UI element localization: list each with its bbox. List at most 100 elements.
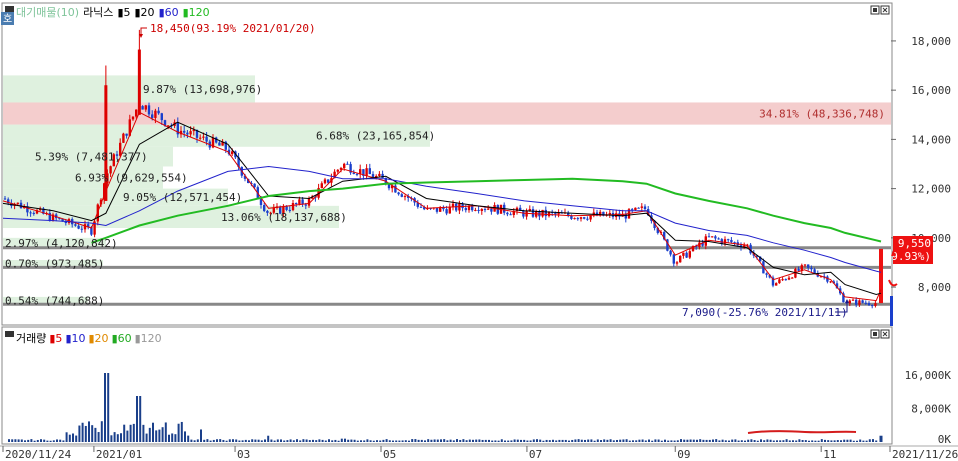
volume-bar — [24, 440, 26, 442]
candle-body — [487, 208, 490, 210]
volume-bar — [657, 439, 660, 442]
x-tick-label: 2020/11/24 — [5, 448, 72, 461]
volume-bar — [385, 439, 388, 442]
volume-bar — [526, 440, 529, 442]
volume-bar — [216, 439, 218, 442]
candle-body — [304, 204, 307, 206]
volume-bar — [561, 439, 564, 442]
volume-bar — [648, 439, 650, 442]
volume-bar — [78, 425, 81, 442]
volume-bar — [296, 439, 298, 442]
price-legend-item[interactable]: ▮20 — [135, 6, 155, 19]
volume-bar — [488, 439, 490, 442]
volume-legend-item[interactable]: ▮20 — [89, 332, 109, 345]
volume-bar — [212, 439, 215, 442]
candle-body — [397, 192, 400, 195]
volume-legend-item[interactable]: ▮5 — [49, 332, 62, 345]
volume-bar — [353, 439, 356, 442]
volume-bar — [632, 440, 634, 442]
volume-bar — [340, 438, 343, 442]
volume-bar — [619, 439, 622, 442]
volume-legend-item[interactable]: ▮10 — [65, 332, 85, 345]
volume-bar — [510, 440, 513, 442]
volume-bar — [545, 439, 548, 442]
candle-body — [419, 206, 423, 208]
volume-bar — [740, 440, 743, 442]
supply-zone-label: 9.87% (13,698,976) — [143, 83, 262, 96]
volume-bar — [129, 424, 132, 442]
price-legend-item[interactable]: ▮120 — [183, 6, 210, 19]
price-legend-item[interactable]: ▮5 — [117, 6, 130, 19]
volume-bar — [107, 373, 110, 442]
volume-bar — [753, 440, 756, 442]
volume-bar — [523, 439, 526, 442]
volume-bar — [846, 439, 849, 442]
price-legend-item[interactable]: ▮60 — [159, 6, 179, 19]
volume-bar — [852, 440, 855, 442]
volume-bar — [577, 439, 580, 442]
volume-bar — [84, 425, 87, 442]
volume-bar — [126, 430, 129, 442]
volume-bar — [40, 439, 42, 442]
volume-bar — [257, 439, 260, 442]
price-legend-item[interactable]: 라닉스 — [83, 6, 113, 19]
volume-bar — [30, 439, 33, 442]
price-legend-item[interactable]: 대기매물(10) — [16, 6, 79, 19]
volume-bar — [68, 434, 71, 442]
volume-bar — [814, 440, 817, 442]
volume-bar — [830, 440, 833, 442]
candle-body — [80, 228, 83, 230]
volume-bar — [612, 440, 615, 442]
volume-bar — [315, 440, 318, 442]
volume-bar — [798, 439, 801, 442]
volume-bar — [494, 440, 497, 442]
volume-bar — [548, 440, 551, 442]
volume-bar — [532, 439, 535, 442]
y-tick-label: 14,000 — [911, 133, 951, 146]
volume-bar — [596, 439, 599, 442]
candle-body — [643, 206, 647, 210]
volume-bar — [683, 439, 686, 442]
volume-bar — [430, 439, 433, 442]
volume-bar — [328, 439, 330, 442]
candle-body — [74, 224, 77, 226]
candle-body — [778, 279, 781, 284]
volume-bar — [500, 439, 503, 442]
volume-bar — [680, 439, 682, 442]
current-change: ( 29.93%) — [871, 250, 931, 263]
volume-bar — [158, 429, 161, 442]
candle-body — [483, 209, 487, 211]
volume-bar — [539, 439, 542, 442]
volume-bar — [116, 434, 119, 442]
candle-body — [583, 217, 586, 219]
volume-bar — [123, 424, 126, 442]
candle-body — [781, 279, 784, 281]
volume-bar — [795, 440, 798, 442]
volume-bar — [168, 434, 170, 442]
candle-body — [135, 109, 138, 117]
y-tick-label: 18,000 — [911, 35, 951, 48]
y-tick-label: 8,000 — [918, 281, 951, 294]
volume-legend-item[interactable]: ▮120 — [135, 332, 162, 345]
volume-bar — [433, 439, 436, 442]
volume-bar — [820, 439, 823, 442]
volume-bar — [110, 435, 113, 442]
x-tick-label: 05 — [383, 448, 396, 461]
x-tick-label: 2021/01 — [96, 448, 142, 461]
volume-bar — [769, 439, 772, 442]
volume-bar — [513, 439, 516, 442]
volume-bar — [100, 421, 103, 442]
volume-bar — [625, 439, 628, 442]
volume-legend-item[interactable]: 거래량 — [16, 332, 46, 345]
candle-body — [682, 252, 685, 256]
volume-bar — [827, 440, 830, 442]
volume-bar — [699, 439, 702, 442]
candle-body — [285, 206, 288, 210]
volume-bar — [811, 440, 814, 442]
volume-bar — [536, 439, 538, 442]
volume-legend-item[interactable]: ▮60 — [112, 332, 132, 345]
candle-body — [730, 239, 733, 243]
supply-zone-label: 13.06% (18,137,688) — [221, 211, 347, 224]
supply-zone-label: 5.39% (7,481,377) — [35, 151, 148, 164]
volume-bar — [555, 440, 558, 442]
